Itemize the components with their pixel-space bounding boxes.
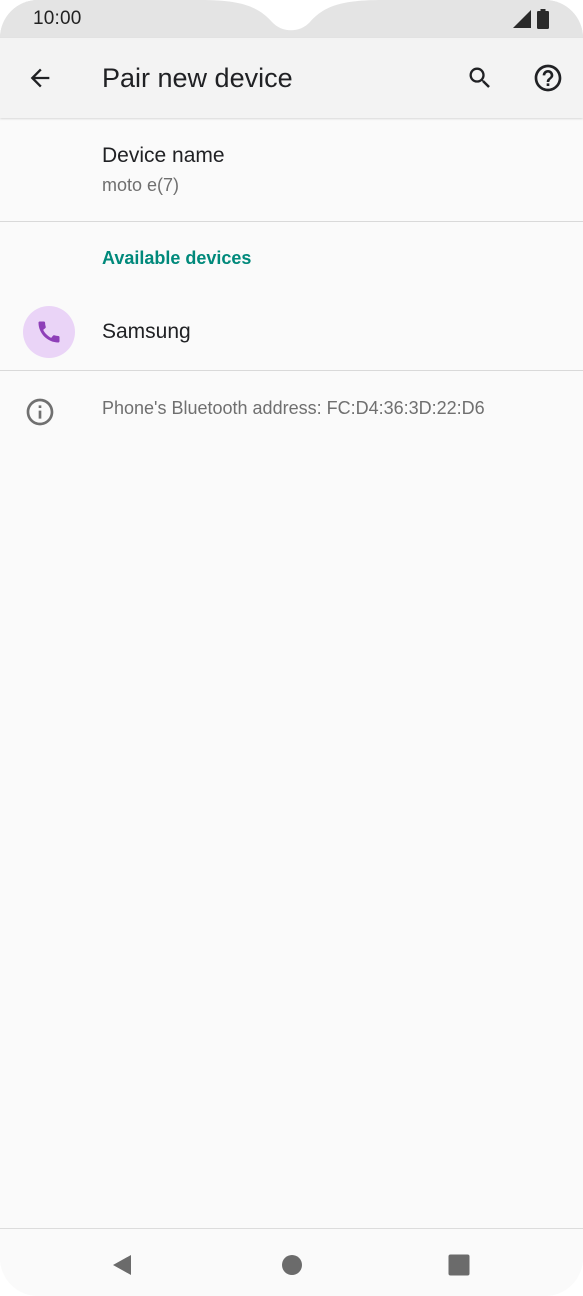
page-title: Pair new device — [102, 63, 293, 93]
bluetooth-address-info: Phone's Bluetooth address: FC:D4:36:3D:2… — [0, 384, 583, 436]
nav-back-icon — [113, 1255, 131, 1275]
status-time: 10:00 — [33, 8, 82, 29]
nav-back-button[interactable] — [100, 1243, 144, 1287]
nav-home-icon — [282, 1255, 302, 1275]
navigation-bar — [0, 1228, 583, 1296]
status-bar: 10:00 — [0, 0, 583, 38]
divider — [0, 221, 583, 222]
device-label: Samsung — [102, 320, 191, 343]
nav-recents-icon — [448, 1254, 470, 1276]
bluetooth-address-text: Phone's Bluetooth address: FC:D4:36:3D:2… — [102, 398, 485, 418]
nav-home-button[interactable] — [270, 1243, 314, 1287]
app-bar: Pair new device — [0, 38, 583, 118]
search-button[interactable] — [460, 58, 500, 98]
available-devices-header: Available devices — [102, 248, 252, 268]
divider — [0, 370, 583, 371]
notch-shape — [0, 0, 583, 38]
info-icon-wrap — [24, 396, 56, 428]
status-icons — [511, 9, 549, 29]
back-button[interactable] — [20, 58, 60, 98]
device-name-row[interactable]: Device name moto e(7) — [0, 119, 583, 221]
device-name-value: moto e(7) — [102, 175, 180, 195]
device-name-title: Device name — [102, 144, 225, 167]
phone-icon — [38, 321, 60, 343]
arrow-back-icon — [30, 68, 50, 88]
signal-icon — [513, 10, 531, 28]
list-item-device[interactable]: Samsung — [0, 296, 583, 370]
search-icon — [469, 67, 490, 88]
device-icon-circle — [23, 306, 75, 358]
info-icon — [26, 398, 54, 426]
phone-screen: 10:00 Pair new device Device name moto e… — [0, 0, 583, 1296]
help-button[interactable] — [528, 58, 568, 98]
battery-icon — [537, 9, 549, 29]
nav-recents-button[interactable] — [437, 1243, 481, 1287]
help-icon — [534, 64, 562, 92]
